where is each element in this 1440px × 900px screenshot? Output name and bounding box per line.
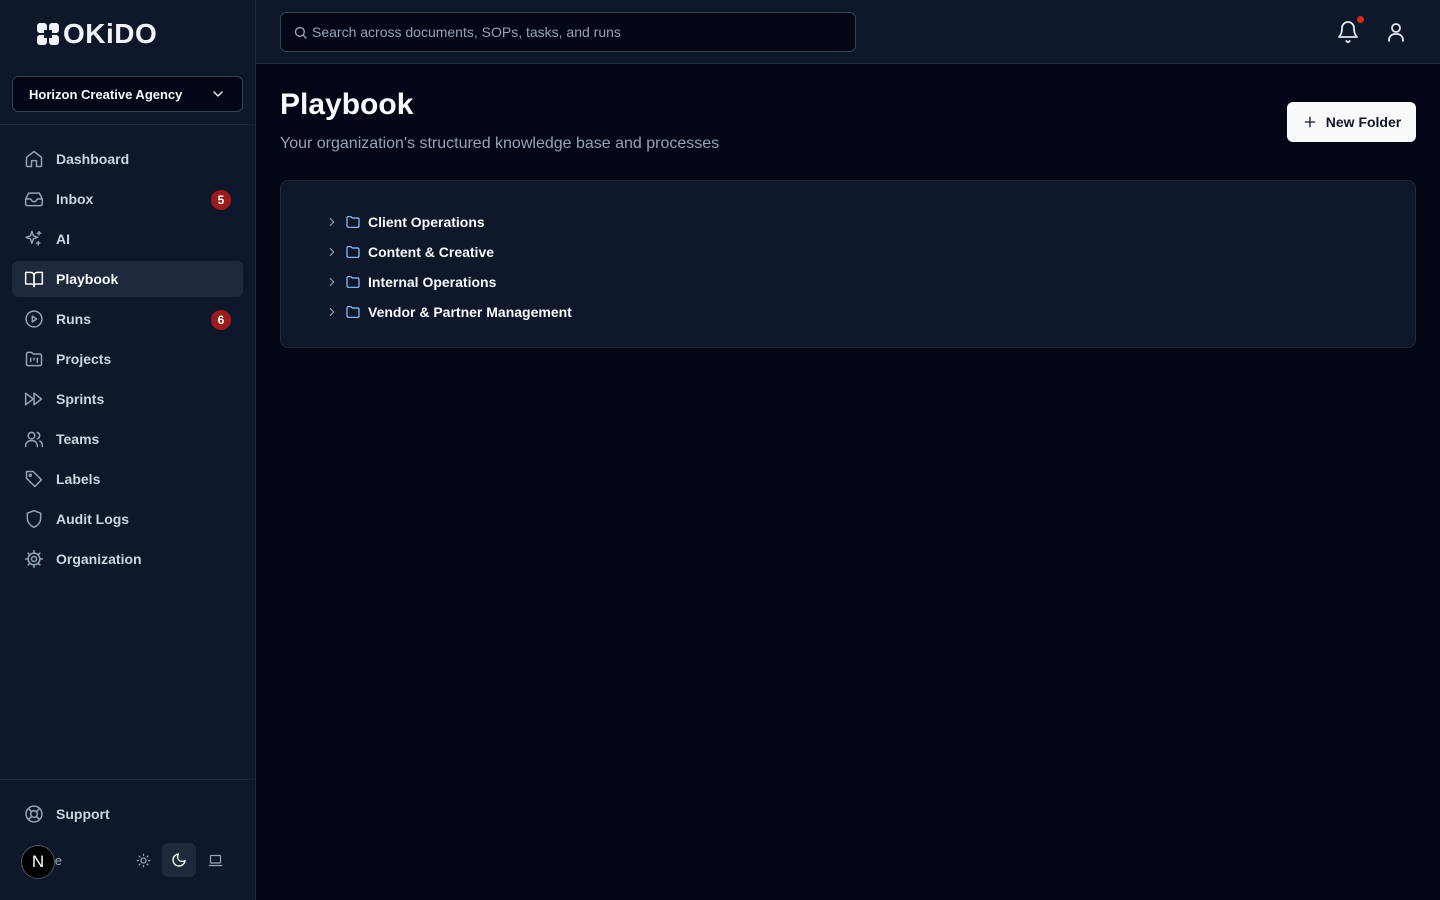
folder-icon — [346, 306, 360, 318]
folder-icon — [346, 276, 360, 288]
folder-icon — [346, 246, 360, 258]
folder-item-client-operations[interactable]: Client Operations — [325, 207, 572, 237]
sidebar-divider — [0, 124, 255, 125]
playbook-folder-tree: Client Operations Content & Creative Int… — [280, 180, 1416, 348]
system-theme-button[interactable] — [198, 843, 232, 877]
okido-logo-icon — [37, 23, 59, 45]
folder-label: Vendor & Partner Management — [368, 304, 572, 320]
sidebar-item-label: Dashboard — [56, 151, 130, 167]
gear-icon — [24, 549, 44, 569]
org-selector-value: Horizon Creative Agency — [29, 86, 183, 102]
folder-item-content-creative[interactable]: Content & Creative — [325, 237, 572, 267]
sidebar-item-label: Projects — [56, 351, 112, 367]
sidebar-item-label: AI — [56, 231, 70, 247]
inbox-count-badge: 5 — [211, 190, 231, 210]
moon-icon — [172, 853, 186, 867]
users-icon — [24, 431, 44, 448]
new-folder-label: New Folder — [1325, 114, 1402, 130]
sun-icon — [136, 853, 150, 867]
sidebar-item-teams[interactable]: Teams — [12, 421, 243, 457]
home-icon — [25, 150, 43, 168]
sidebar-item-label: Organization — [56, 551, 142, 567]
laptop-icon — [208, 854, 222, 866]
fast-forward-icon — [24, 392, 43, 406]
folder-label: Content & Creative — [368, 244, 495, 260]
folder-label: Client Operations — [368, 214, 485, 230]
tag-icon — [25, 470, 43, 488]
support-label: Support — [56, 806, 110, 822]
sidebar-item-label: Audit Logs — [56, 511, 130, 527]
inbox-icon — [24, 192, 44, 207]
sidebar-item-label: Teams — [56, 431, 100, 447]
sidebar-item-label: Labels — [56, 471, 101, 487]
folder-kanban-icon — [25, 351, 43, 367]
new-folder-button[interactable]: New Folder — [1287, 102, 1416, 142]
sidebar-item-inbox[interactable]: Inbox 5 — [12, 181, 243, 217]
sidebar-item-label: Runs — [56, 311, 91, 327]
folder-label: Internal Operations — [368, 274, 497, 290]
sidebar-item-organization[interactable]: Organization — [12, 541, 243, 577]
support-link[interactable]: Support — [12, 796, 243, 832]
folder-list: Client Operations Content & Creative Int… — [325, 207, 572, 327]
top-bar — [256, 0, 1440, 64]
notification-dot — [1357, 16, 1364, 23]
sidebar: OKiDO Horizon Creative Agency Dashboard … — [0, 0, 256, 900]
bell-icon[interactable] — [1336, 20, 1360, 44]
chevron-right-icon[interactable] — [325, 275, 339, 289]
sparkles-icon — [25, 230, 42, 246]
global-search[interactable] — [280, 12, 856, 52]
chevron-right-icon[interactable] — [325, 215, 339, 229]
light-theme-button[interactable] — [126, 843, 160, 877]
dark-theme-button[interactable] — [162, 843, 196, 877]
folder-icon — [346, 216, 360, 228]
page-subtitle: Your organization's structured knowledge… — [280, 135, 720, 152]
lifebuoy-icon — [25, 805, 43, 823]
sidebar-item-label: Inbox — [56, 191, 94, 207]
sidebar-item-dashboard[interactable]: Dashboard — [12, 141, 243, 177]
runs-count-badge: 6 — [211, 310, 231, 330]
chevron-right-icon[interactable] — [325, 305, 339, 319]
sidebar-item-sprints[interactable]: Sprints — [12, 381, 243, 417]
search-input[interactable] — [312, 24, 843, 40]
search-icon — [294, 26, 307, 39]
folder-item-internal-operations[interactable]: Internal Operations — [325, 267, 572, 297]
sidebar-item-ai[interactable]: AI — [12, 221, 243, 257]
plus-icon — [1304, 116, 1316, 128]
user-icon[interactable] — [1384, 20, 1408, 44]
sidebar-footer-divider — [0, 779, 255, 780]
sidebar-item-labels[interactable]: Labels — [12, 461, 243, 497]
play-circle-icon — [25, 310, 43, 328]
shield-icon — [26, 509, 42, 529]
book-open-icon — [24, 271, 44, 288]
sidebar-item-label: Playbook — [56, 271, 119, 287]
brand-name: OKiDO — [63, 18, 158, 49]
brand-logo[interactable]: OKiDO — [36, 18, 157, 50]
sidebar-item-label: Sprints — [56, 391, 105, 407]
page-title: Playbook — [280, 88, 414, 121]
sidebar-item-audit-logs[interactable]: Audit Logs — [12, 501, 243, 537]
sidebar-item-runs[interactable]: Runs 6 — [12, 301, 243, 337]
sidebar-nav: Dashboard Inbox 5 AI Playbook Runs 6 Pro… — [12, 141, 243, 581]
sidebar-item-projects[interactable]: Projects — [12, 341, 243, 377]
chevron-right-icon[interactable] — [325, 245, 339, 259]
sidebar-item-playbook[interactable]: Playbook — [12, 261, 243, 297]
avatar[interactable]: N — [21, 845, 55, 879]
org-selector[interactable]: Horizon Creative Agency — [12, 76, 243, 112]
chevron-down-icon — [213, 91, 223, 97]
folder-item-vendor-partner-management[interactable]: Vendor & Partner Management — [325, 297, 572, 327]
